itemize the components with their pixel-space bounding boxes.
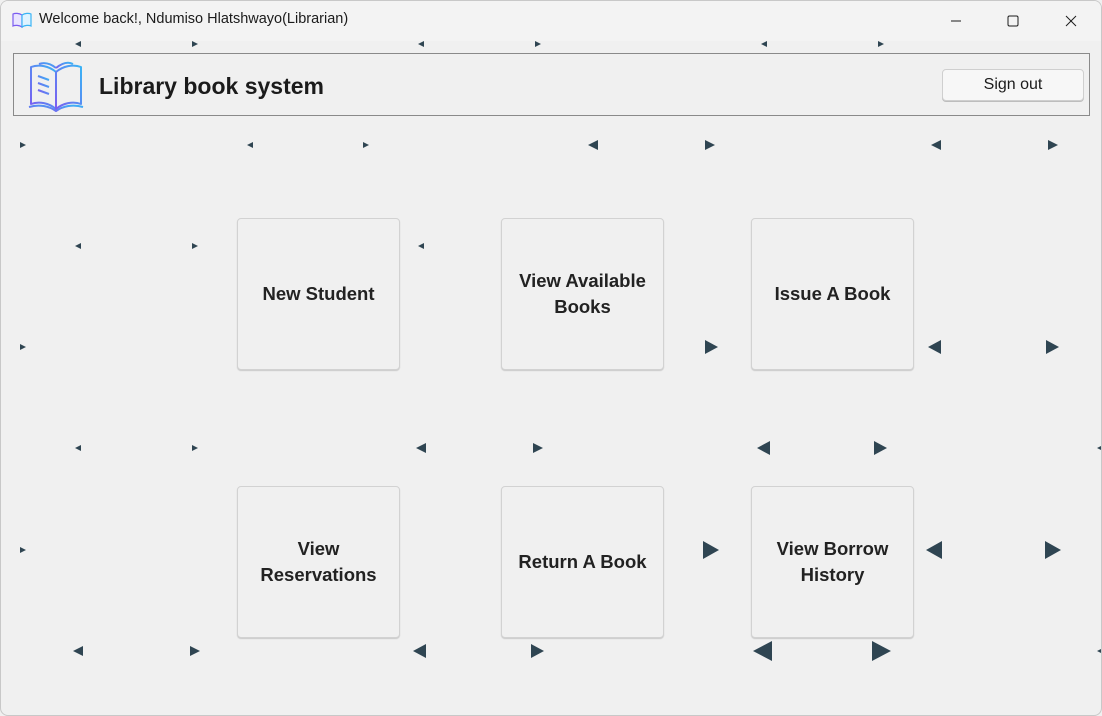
- arrow-left-icon: [75, 41, 81, 47]
- arrow-left-icon: [75, 445, 81, 451]
- arrow-left-icon: [73, 646, 83, 656]
- arrow-left-icon: [1097, 648, 1101, 654]
- issue-a-book-button[interactable]: Issue A Book: [751, 218, 914, 370]
- minimize-icon: [951, 20, 961, 22]
- arrow-left-icon: [931, 140, 941, 150]
- arrow-left-icon: [588, 140, 598, 150]
- arrow-left-icon: [418, 41, 424, 47]
- arrow-right-icon: [192, 41, 198, 47]
- view-borrow-history-button[interactable]: View Borrow History: [751, 486, 914, 638]
- arrow-left-icon: [75, 243, 81, 249]
- arrow-left-icon: [418, 243, 424, 249]
- arrow-left-icon: [761, 41, 767, 47]
- title-bar[interactable]: Welcome back!, Ndumiso Hlatshwayo(Librar…: [1, 1, 1101, 41]
- arrow-right-icon: [192, 243, 198, 249]
- arrow-right-icon: [878, 41, 884, 47]
- window-title: Welcome back!, Ndumiso Hlatshwayo(Librar…: [39, 11, 349, 27]
- arrow-right-icon: [1045, 541, 1061, 559]
- arrow-left-icon: [413, 644, 426, 658]
- arrow-left-icon: [926, 541, 942, 559]
- arrow-left-icon: [757, 441, 770, 455]
- arrow-right-icon: [363, 142, 369, 148]
- arrow-left-icon: [416, 443, 426, 453]
- arrow-right-icon: [533, 443, 543, 453]
- arrow-right-icon: [192, 445, 198, 451]
- arrow-right-icon: [1048, 140, 1058, 150]
- sign-out-button[interactable]: Sign out: [942, 69, 1084, 101]
- arrow-right-icon: [20, 547, 26, 553]
- close-button[interactable]: [1042, 1, 1100, 41]
- maximize-icon: [1007, 15, 1019, 27]
- view-available-books-button[interactable]: View Available Books: [501, 218, 664, 370]
- maximize-button[interactable]: [984, 1, 1042, 41]
- arrow-right-icon: [703, 541, 719, 559]
- open-book-icon: [12, 12, 32, 29]
- arrow-left-icon: [247, 142, 253, 148]
- close-icon: [1065, 15, 1077, 27]
- arrow-right-icon: [705, 140, 715, 150]
- arrow-left-icon: [928, 340, 941, 354]
- minimize-button[interactable]: [927, 1, 985, 41]
- arrow-left-icon: [753, 641, 772, 661]
- arrow-right-icon: [872, 641, 891, 661]
- app-window: Welcome back!, Ndumiso Hlatshwayo(Librar…: [0, 0, 1102, 716]
- arrow-right-icon: [20, 142, 26, 148]
- arrow-right-icon: [705, 340, 718, 354]
- arrow-right-icon: [1046, 340, 1059, 354]
- view-reservations-button[interactable]: View Reservations: [237, 486, 400, 638]
- return-a-book-button[interactable]: Return A Book: [501, 486, 664, 638]
- arrow-right-icon: [874, 441, 887, 455]
- arrow-right-icon: [531, 644, 544, 658]
- arrow-left-icon: [1097, 445, 1101, 451]
- arrow-right-icon: [20, 344, 26, 350]
- open-book-logo-icon: [28, 61, 84, 112]
- app-title: Library book system: [99, 73, 324, 99]
- new-student-button[interactable]: New Student: [237, 218, 400, 370]
- arrow-right-icon: [535, 41, 541, 47]
- header-panel: Library book system Sign out: [13, 53, 1090, 116]
- arrow-right-icon: [190, 646, 200, 656]
